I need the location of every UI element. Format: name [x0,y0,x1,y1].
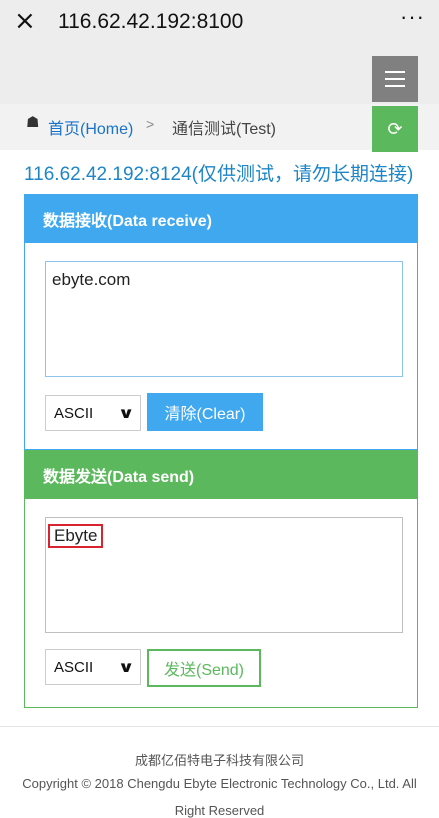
send-button[interactable]: 发送(Send) [147,649,261,687]
send-encoding-value: ASCII [54,658,94,676]
send-textarea-value: Ebyte [48,524,104,548]
close-icon[interactable]: × [14,8,36,34]
breadcrumb-home-link[interactable]: 首页(Home) [48,115,133,139]
data-send-panel: 数据发送(Data send) Ebyte ASCII ∨ 发送(Send) [24,450,418,708]
menu-toggle-button[interactable] [372,56,418,102]
footer-copyright: Copyright © 2018 Chengdu Ebyte Electroni… [22,776,417,791]
receive-textarea[interactable]: ebyte.com [45,261,403,377]
data-receive-panel: 数据接收(Data receive) ebyte.com ASCII ∨ 清除(… [24,194,418,450]
browser-title-bar: × 116.62.42.192:8100 ··· [0,0,439,44]
clear-button[interactable]: 清除(Clear) [147,393,263,431]
chevron-down-icon: ∨ [117,404,135,422]
refresh-button[interactable]: ⟳ [372,106,418,152]
connection-address: 116.62.42.192:8124(仅供测试，请勿长期连接) [24,164,414,185]
receive-encoding-select[interactable]: ASCII ∨ [45,395,141,431]
breadcrumb-current: 通信测试(Test) [172,121,277,138]
breadcrumb-separator: > [146,116,155,132]
data-receive-title: 数据接收(Data receive) [25,195,417,243]
data-send-title: 数据发送(Data send) [25,451,417,499]
more-options-icon[interactable]: ··· [400,4,425,30]
footer-divider [0,726,439,727]
receive-encoding-value: ASCII [54,404,94,422]
browser-url: 116.62.42.192:8100 [58,10,244,33]
send-encoding-select[interactable]: ASCII ∨ [45,649,141,685]
refresh-icon: ⟳ [387,118,403,140]
hamburger-icon-line [385,78,405,80]
hamburger-icon-line [385,85,405,87]
chevron-down-icon: ∨ [117,658,135,676]
hamburger-icon-line [385,71,405,73]
home-icon: ☗ [26,114,40,131]
send-textarea[interactable]: Ebyte [45,517,403,633]
footer-company: 成都亿佰特电子科技有限公司 [134,753,304,768]
